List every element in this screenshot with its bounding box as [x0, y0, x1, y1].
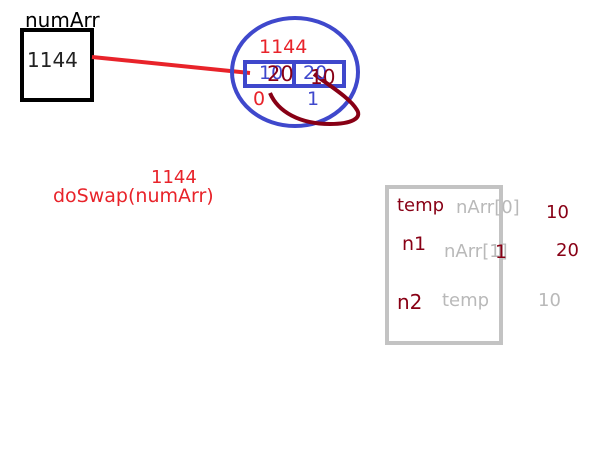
cell0-new-value: 20 [267, 62, 294, 86]
numArr-value: 1144 [27, 48, 78, 72]
pointer-line [91, 55, 251, 75]
cell1-new-value: 10 [310, 65, 336, 89]
frame-value-1: 10 [546, 202, 569, 223]
index-1-label: 1 [307, 88, 320, 110]
frame-extra-1: 1 [495, 241, 508, 263]
frame-n2-label: n2 [397, 290, 423, 314]
array-address: 1144 [259, 36, 308, 58]
frame-value-2: 20 [556, 240, 579, 261]
call-text: doSwap(numArr) [53, 185, 214, 207]
frame-param-nArr0: nArr[0] [456, 197, 520, 218]
numArr-label: numArr [25, 8, 100, 32]
frame-param-temp: temp [442, 290, 490, 311]
index-0-label: 0 [253, 88, 266, 110]
frame-value-3: 10 [538, 290, 561, 311]
frame-n1-label: n1 [402, 233, 427, 255]
frame-temp-label: temp [397, 195, 445, 216]
